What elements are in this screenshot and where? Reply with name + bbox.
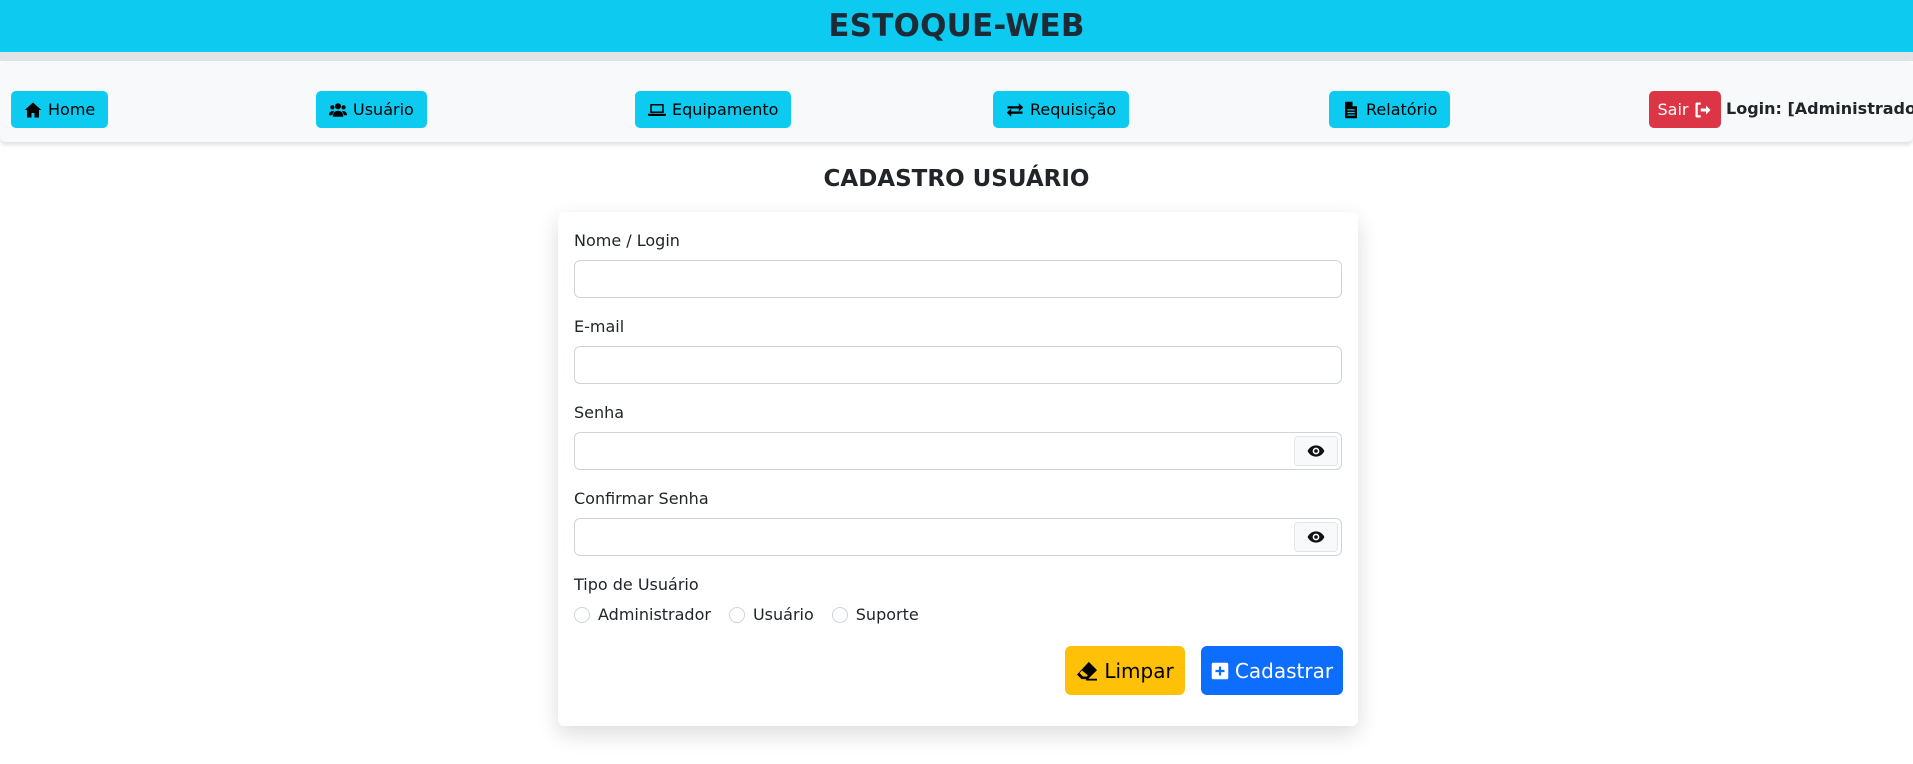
toggle-confirmar-visibility-button[interactable] [1294,522,1338,552]
confirmar-senha-field-group [574,518,1342,556]
user-form-card: Nome / Login E-mail Senha Confirmar Senh… [558,212,1358,726]
eraser-icon [1077,661,1098,681]
nome-label: Nome / Login [574,231,680,250]
senha-field-group [574,432,1342,470]
radio-option-administrador[interactable]: Administrador [574,605,711,624]
tipo-usuario-label: Tipo de Usuário [574,575,699,594]
radio-usuario[interactable] [728,606,745,623]
nav-requisicao-label: Requisição [1030,100,1117,119]
nav-home-label: Home [48,100,96,119]
radio-administrador-label: Administrador [598,605,711,624]
clear-button[interactable]: Limpar [1065,646,1185,695]
app-header: ESTOQUE-WEB [0,0,1913,52]
confirmar-senha-label: Confirmar Senha [574,489,709,508]
logged-user-label: Login: [Administrador] [1726,99,1913,118]
exchange-icon [1006,102,1024,117]
file-icon [1345,101,1357,118]
email-label: E-mail [574,317,625,336]
radio-option-usuario[interactable]: Usuário [728,605,814,624]
senha-label: Senha [574,403,625,422]
nome-field-wrapper [574,260,1342,298]
nav-usuario-label: Usuário [353,100,414,119]
header-divider [0,52,1913,61]
toggle-senha-visibility-button[interactable] [1294,436,1338,466]
radio-suporte[interactable] [831,606,848,623]
confirmar-senha-input[interactable] [575,519,1291,555]
logout-label: Sair [1657,100,1689,119]
nav-requisicao-button[interactable]: Requisição [993,91,1130,128]
nav-usuario-button[interactable]: Usuário [316,91,427,128]
radio-option-suporte[interactable]: Suporte [831,605,919,624]
eye-icon [1307,531,1325,543]
home-icon [24,102,42,117]
senha-input[interactable] [575,433,1291,469]
radio-suporte-label: Suporte [855,605,919,624]
clear-button-label: Limpar [1104,658,1174,683]
page-title: CADASTRO USUÁRIO [823,166,1090,192]
email-input[interactable] [575,347,1341,383]
logout-button[interactable]: Sair [1649,91,1721,128]
tipo-usuario-radio-group: Administrador Usuário Suporte [574,605,937,624]
nav-equipamento-label: Equipamento [672,100,779,119]
eye-icon [1307,445,1325,457]
nav-relatorio-button[interactable]: Relatório [1329,91,1451,128]
radio-administrador[interactable] [574,606,590,623]
submit-button[interactable]: Cadastrar [1201,646,1343,695]
email-field-wrapper [574,346,1342,384]
laptop-icon [648,103,666,116]
nav-home-button[interactable]: Home [11,91,109,128]
users-icon [329,102,347,117]
app-title: ESTOQUE-WEB [828,8,1085,44]
sign-out-icon [1695,102,1711,117]
submit-button-label: Cadastrar [1234,658,1334,683]
main-navbar: Home Usuário Equipamento Requisição Rela… [0,61,1913,142]
plus-square-icon [1211,662,1229,679]
nome-input[interactable] [575,261,1341,297]
nav-relatorio-label: Relatório [1366,100,1438,119]
nav-equipamento-button[interactable]: Equipamento [635,91,792,128]
radio-usuario-label: Usuário [752,605,814,624]
